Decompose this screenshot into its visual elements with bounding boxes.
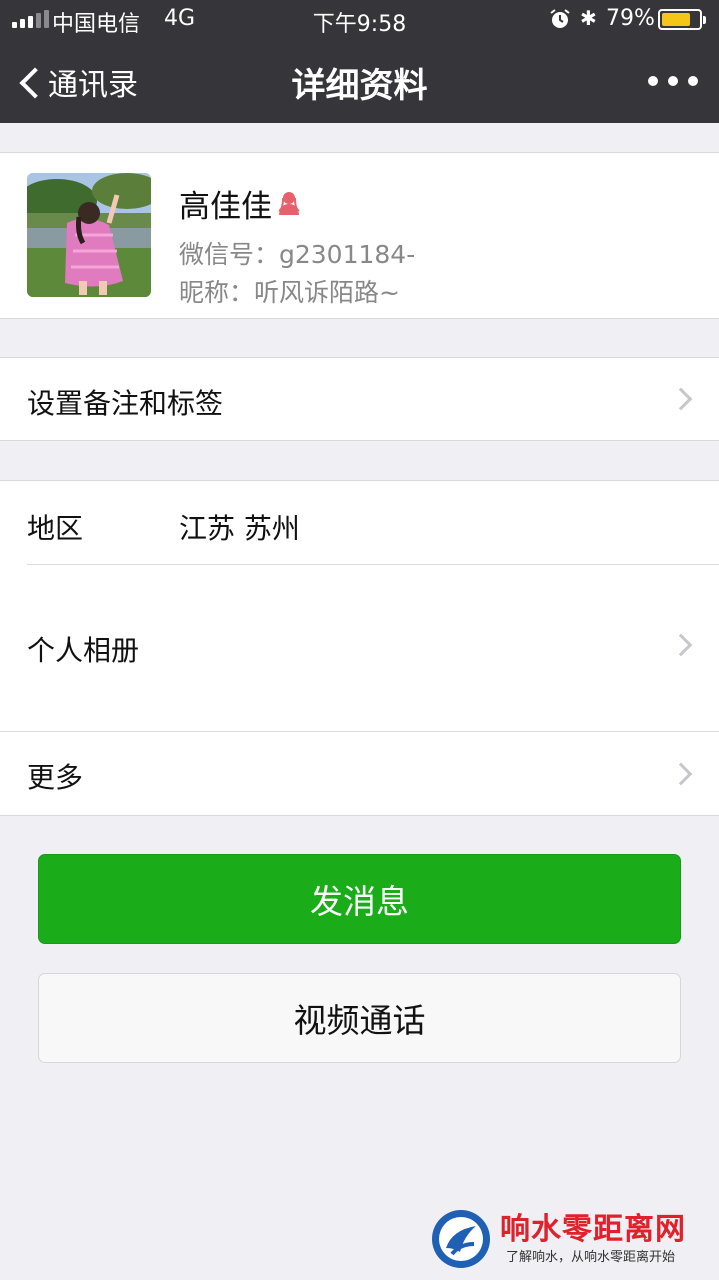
chevron-right-icon bbox=[669, 387, 693, 411]
watermark-logo bbox=[432, 1210, 490, 1268]
page-title: 详细资料 bbox=[291, 66, 428, 106]
watermark-subtitle: 了解响水，从响水零距离开始 bbox=[506, 1250, 676, 1265]
profile-card: 高佳佳 微信号：g2301184- 昵称：听风诉陌路~ bbox=[0, 152, 719, 319]
watermark-title: 响水零距离网 bbox=[500, 1212, 686, 1247]
battery-percent: 79% bbox=[606, 6, 655, 31]
album-row[interactable]: 个人相册 bbox=[0, 565, 719, 731]
status-bar: 中国电信 4G 下午9:58 ✱ 79% bbox=[0, 0, 719, 40]
album-label: 个人相册 bbox=[27, 634, 140, 667]
region-label: 地区 bbox=[27, 512, 84, 545]
nickname: 昵称：听风诉陌路~ bbox=[179, 278, 400, 307]
top-bar: 中国电信 4G 下午9:58 ✱ 79% 通讯录 详细资料 bbox=[0, 0, 719, 123]
video-call-button[interactable]: 视频通话 bbox=[38, 973, 681, 1063]
battery-fill bbox=[662, 13, 691, 26]
alarm-icon bbox=[550, 9, 570, 28]
chevron-right-icon bbox=[669, 633, 693, 657]
more-label: 更多 bbox=[27, 761, 84, 794]
send-message-button[interactable]: 发消息 bbox=[38, 854, 681, 944]
contact-name: 高佳佳 bbox=[179, 189, 272, 225]
female-icon bbox=[278, 192, 300, 215]
region-value: 江苏 苏州 bbox=[179, 512, 300, 545]
bluetooth-icon: ✱ bbox=[580, 6, 597, 30]
chevron-right-icon bbox=[669, 762, 693, 786]
wechat-id: 微信号：g2301184- bbox=[179, 240, 416, 269]
set-remark-label: 设置备注和标签 bbox=[27, 387, 224, 420]
avatar[interactable] bbox=[27, 173, 151, 297]
info-group: 地区 江苏 苏州 个人相册 更多 bbox=[0, 480, 719, 816]
set-remark-row[interactable]: 设置备注和标签 bbox=[0, 357, 719, 441]
battery-icon bbox=[658, 9, 706, 30]
more-dots-icon[interactable] bbox=[648, 64, 698, 98]
more-row[interactable]: 更多 bbox=[0, 732, 719, 816]
